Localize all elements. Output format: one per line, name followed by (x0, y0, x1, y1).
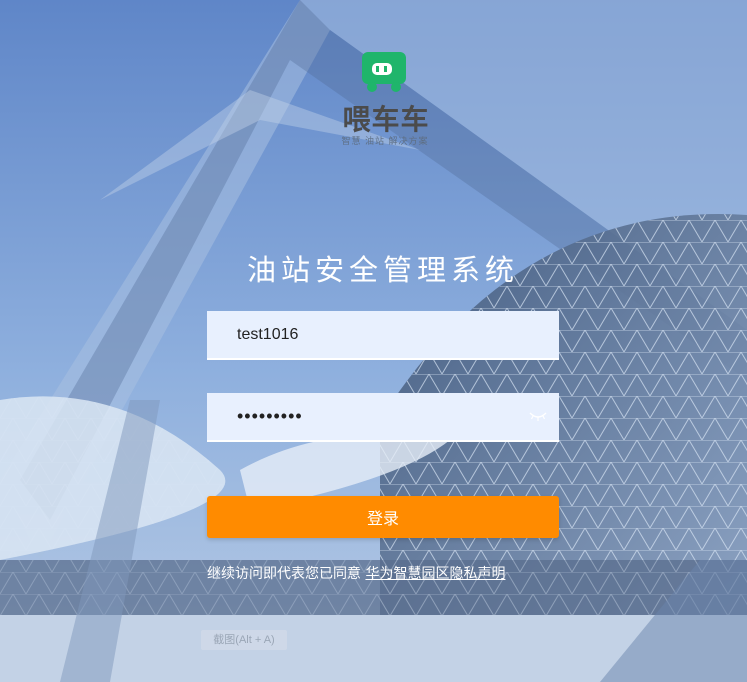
brand-logo: 喂车车 智慧 油站 解决方案 (330, 48, 440, 148)
username-input[interactable] (237, 311, 527, 358)
privacy-statement-link[interactable]: 华为智慧园区隐私声明 (365, 566, 505, 582)
system-title: 油站安全管理系统 (246, 253, 519, 287)
privacy-agreement: 继续访问即代表您已同意 华为智慧园区隐私声明 (207, 563, 567, 583)
screenshot-hint: 截图(Alt + A) (201, 630, 287, 650)
eye-closed-icon[interactable] (529, 410, 547, 422)
car-face-icon (362, 52, 406, 92)
brand-name: 喂车车 (342, 103, 430, 136)
username-field-container (207, 311, 559, 360)
password-input[interactable] (237, 393, 527, 440)
login-button[interactable]: 登录 (207, 496, 559, 538)
password-field-container (207, 393, 559, 442)
agreement-text: 继续访问即代表您已同意 (207, 566, 361, 582)
brand-slogan: 智慧 油站 解决方案 (341, 136, 429, 146)
